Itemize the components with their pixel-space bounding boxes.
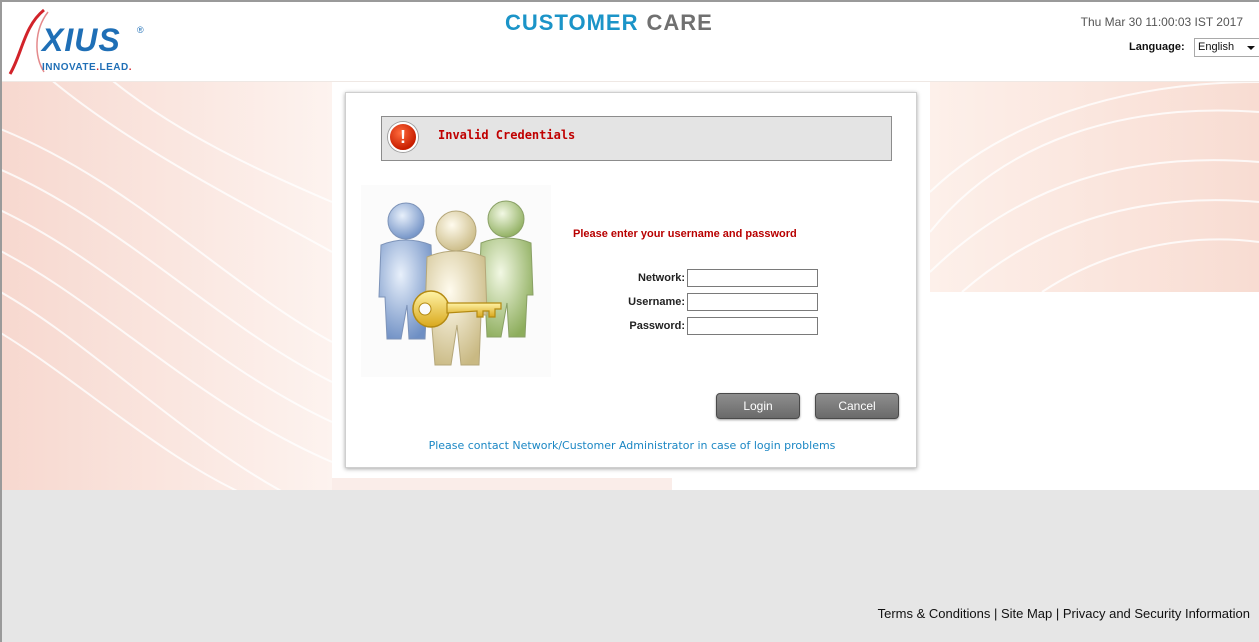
current-datetime: Thu Mar 30 11:00:03 IST 2017: [1080, 15, 1243, 29]
chevron-down-icon: [1247, 46, 1255, 50]
page-title: CUSTOMER CARE: [505, 10, 713, 36]
footer-separator: |: [990, 606, 1001, 621]
page-header: XIUS ® INNOVATE.LEAD. CUSTOMER CARE Thu M…: [2, 2, 1259, 82]
footer-links: Terms & Conditions | Site Map | Privacy …: [878, 606, 1250, 621]
xius-logo[interactable]: XIUS ® INNOVATE.LEAD.: [4, 4, 154, 80]
network-label: Network:: [637, 272, 685, 284]
logo-wordmark: XIUS: [42, 22, 121, 58]
title-care: CARE: [646, 10, 713, 35]
username-label: Username:: [628, 296, 685, 308]
language-label: Language:: [1129, 41, 1185, 53]
password-row: Password:: [573, 317, 873, 337]
username-field[interactable]: [687, 293, 818, 311]
cancel-button[interactable]: Cancel: [815, 393, 899, 419]
users-key-illustration: [361, 185, 551, 377]
network-field[interactable]: [687, 269, 818, 287]
logo-tagline-dot-end: .: [128, 62, 132, 73]
error-alert: ! Invalid Credentials: [381, 116, 892, 161]
footer-separator: |: [1052, 606, 1063, 621]
logo-tagline: INNOVATE.LEAD.: [42, 62, 132, 73]
language-selected-value: English: [1198, 41, 1235, 53]
terms-link[interactable]: Terms & Conditions: [878, 606, 991, 621]
language-select[interactable]: English: [1194, 38, 1259, 57]
password-field[interactable]: [687, 317, 818, 335]
title-customer: CUSTOMER: [505, 10, 639, 35]
network-row: Network:: [573, 269, 873, 289]
privacy-link[interactable]: Privacy and Security Information: [1063, 606, 1250, 621]
error-message: Invalid Credentials: [438, 128, 576, 142]
password-label: Password:: [629, 320, 685, 332]
login-help-text: Please contact Network/Customer Administ…: [428, 439, 836, 452]
logo-registered-mark: ®: [137, 25, 144, 35]
logo-tagline-innovate: INNOVATE: [42, 62, 97, 73]
sitemap-link[interactable]: Site Map: [1001, 606, 1052, 621]
alert-exclamation-icon: !: [388, 122, 418, 152]
logo-tagline-lead: LEAD: [99, 62, 129, 73]
username-row: Username:: [573, 293, 873, 313]
login-prompt: Please enter your username and password: [573, 228, 797, 240]
login-panel: ! Invalid Credentials Please enter your …: [345, 92, 917, 468]
login-button[interactable]: Login: [716, 393, 800, 419]
